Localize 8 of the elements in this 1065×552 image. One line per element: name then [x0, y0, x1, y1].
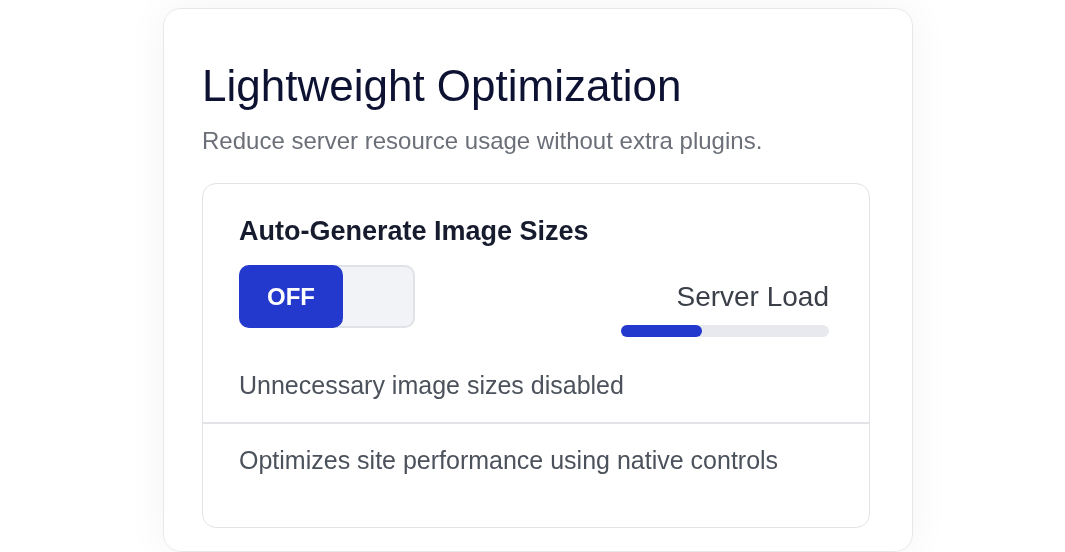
meter-label: Server Load — [676, 281, 829, 313]
footer-note: Optimizes site performance using native controls — [239, 446, 780, 475]
card-title: Lightweight Optimization — [202, 61, 683, 111]
card-subtitle: Reduce server resource usage without extra plugins. — [202, 127, 764, 155]
status-text: Unnecessary image sizes disabled — [239, 371, 625, 400]
toggle-knob: OFF — [239, 265, 343, 328]
toggle-switch[interactable]: OFF — [239, 265, 415, 328]
setting-title: Auto-Generate Image Sizes — [239, 216, 590, 247]
